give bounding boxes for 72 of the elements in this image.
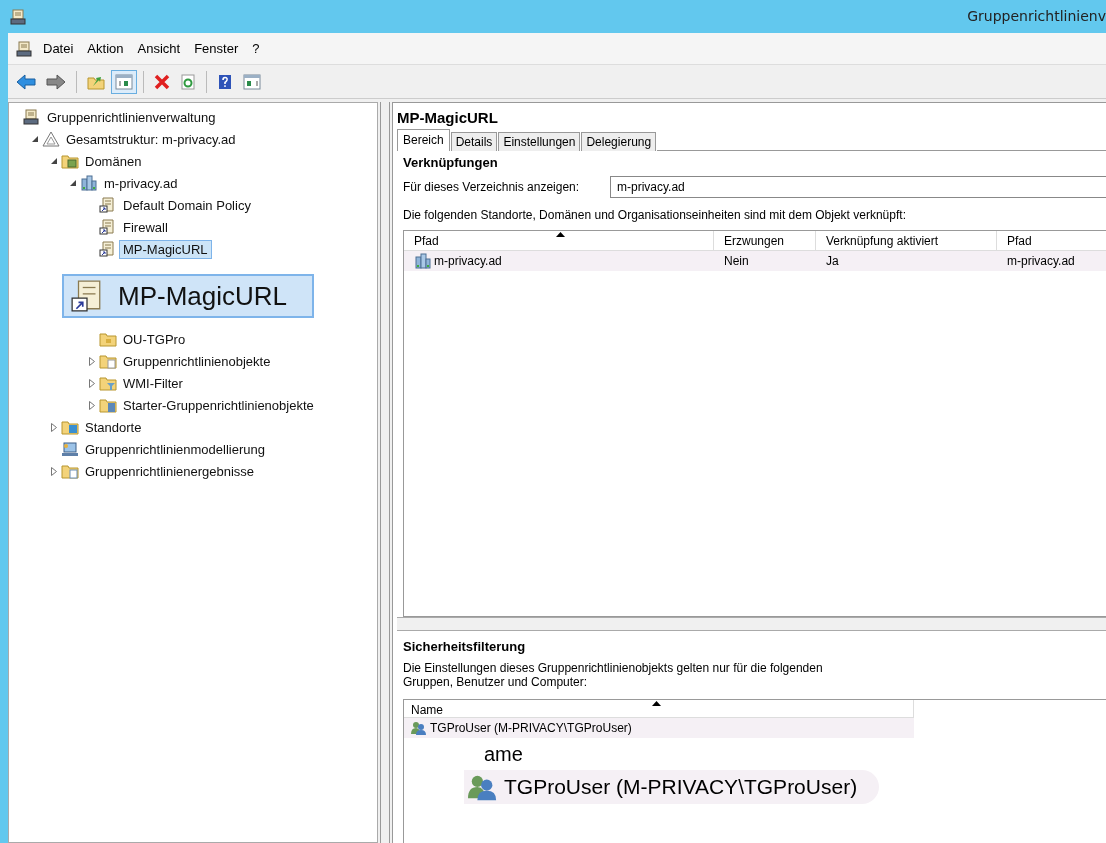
magnified-group-name: TGProUser (M-PRIVACY\TGProUser): [504, 775, 858, 799]
expanded-arrow-icon[interactable]: [31, 135, 39, 143]
collapsed-arrow-icon[interactable]: [50, 466, 58, 476]
tree-item[interactable]: Domänen: [81, 151, 146, 171]
tree-item[interactable]: Default Domain Policy: [119, 195, 255, 215]
console-icon: [23, 109, 39, 125]
tree-item[interactable]: m-privacy.ad: [100, 173, 182, 193]
collapsed-arrow-icon[interactable]: [50, 422, 58, 432]
tree-item[interactable]: Starter-Gruppenrichtlinienobjekte: [119, 395, 318, 415]
expanded-arrow-icon[interactable]: [69, 179, 77, 187]
help-icon: [217, 73, 233, 90]
object-title: MP-MagicURL: [397, 109, 499, 126]
table-cell: m-privacy.ad: [1007, 254, 1075, 268]
console-icon: [16, 40, 32, 57]
document-shortcut-icon: [99, 219, 115, 235]
folder-icon: [61, 419, 79, 435]
console-icon: [10, 8, 26, 25]
building-icon: [80, 175, 98, 191]
collapsed-arrow-icon[interactable]: [88, 400, 96, 410]
tree-item[interactable]: WMI-Filter: [119, 373, 187, 393]
tree-item[interactable]: OU-TGPro: [119, 329, 190, 349]
table-cell: Nein: [724, 254, 749, 268]
users-icon: [411, 721, 427, 735]
tree-item[interactable]: Firewall: [119, 217, 172, 237]
menu-item[interactable]: Aktion: [80, 39, 131, 58]
tree-item[interactable]: MP-MagicURL: [119, 239, 212, 259]
triangle-icon: [42, 131, 60, 147]
table-cell: Ja: [826, 254, 839, 268]
document-shortcut-icon: [99, 241, 115, 257]
column-header[interactable]: Pfad: [997, 231, 1106, 250]
show-tree-button[interactable]: [111, 69, 137, 94]
magnified-header-fragment: ame: [484, 744, 524, 764]
tab[interactable]: Delegierung: [581, 132, 657, 151]
expanded-arrow-icon[interactable]: [50, 157, 58, 165]
building-icon: [414, 253, 432, 269]
folder-icon: [61, 153, 79, 169]
menu-item[interactable]: ?: [245, 39, 267, 58]
document-shortcut-icon: [99, 197, 115, 213]
folder-icon: [99, 397, 117, 413]
computer-icon: [61, 441, 79, 457]
menu-item[interactable]: Ansicht: [130, 39, 188, 58]
tab[interactable]: Details: [450, 132, 498, 151]
table-cell: m-privacy.ad: [434, 254, 502, 268]
column-header[interactable]: Verknüpfung aktiviert: [816, 231, 997, 250]
tree-item[interactable]: Gruppenrichtlinienmodellierung: [81, 439, 269, 459]
tree-item[interactable]: Gruppenrichtlinienergebnisse: [81, 461, 259, 481]
menu-item[interactable]: Datei: [36, 39, 81, 58]
directory-field[interactable]: m-privacy.ad: [610, 176, 1106, 198]
users-icon: [468, 773, 498, 801]
description-text: Die folgenden Standorte, Domänen und Organisationseinheiten sind mit dem Objekt verknüpft:: [403, 208, 907, 222]
column-header[interactable]: Pfad: [404, 231, 714, 250]
tree-item[interactable]: Gruppenrichtlinienverwaltung: [43, 107, 220, 127]
field-label: Für dieses Verzeichnis anzeigen:: [403, 180, 581, 194]
section-heading: Verknüpfungen: [403, 155, 499, 170]
folder-icon: [99, 375, 117, 391]
description-text: Die Einstellungen dieses Gruppenrichtlinienobjekts gelten nur für die folgenden Gruppen, Benutzer und Computer:: [403, 661, 824, 689]
tree-item[interactable]: Gruppenrichtlinienobjekte: [119, 351, 275, 371]
pane-splitter[interactable]: [380, 102, 390, 843]
collapsed-arrow-icon[interactable]: [88, 378, 96, 388]
magnified-label: MP-MagicURL: [118, 280, 288, 312]
folder-icon: [99, 331, 117, 347]
tab[interactable]: Bereich: [397, 129, 450, 151]
tree-item[interactable]: Standorte: [81, 417, 146, 437]
folder-icon: [99, 353, 117, 369]
column-header[interactable]: Erzwungen: [714, 231, 816, 250]
tab[interactable]: Einstellungen: [498, 132, 581, 151]
folder-icon: [61, 463, 79, 479]
collapsed-arrow-icon[interactable]: [88, 356, 96, 366]
tree-item[interactable]: Gesamtstruktur: m-privacy.ad: [62, 129, 240, 149]
menu-item[interactable]: Fenster: [187, 39, 246, 58]
section-heading: Sicherheitsfilterung: [403, 639, 527, 654]
window-title: Gruppenrichtlinienv: [967, 8, 1106, 24]
